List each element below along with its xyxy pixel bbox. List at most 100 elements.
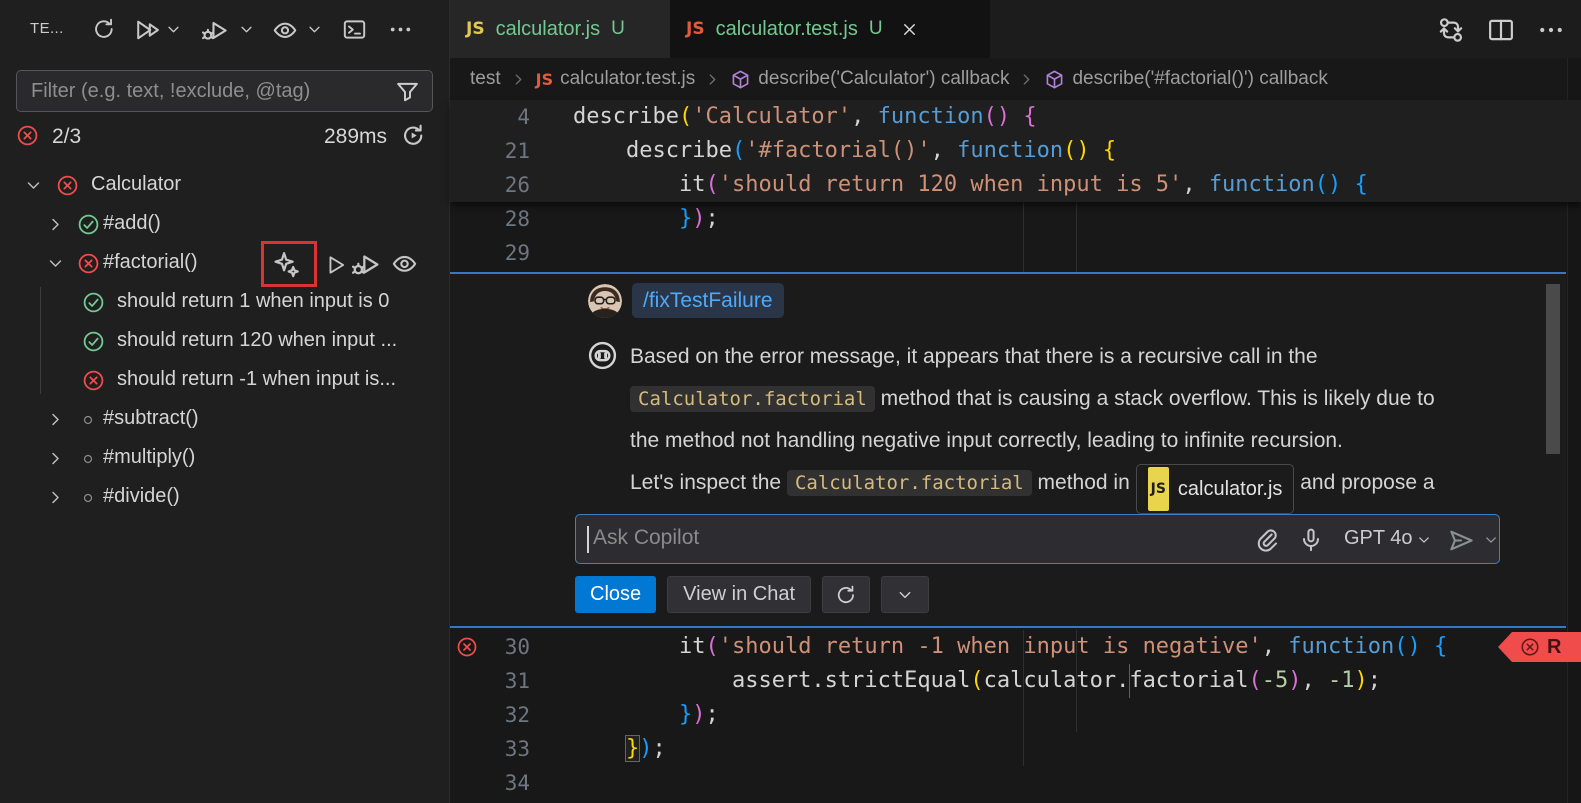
line-number: 29 bbox=[450, 236, 530, 270]
message-text: Let's inspect the bbox=[630, 471, 787, 494]
file-reference-chip[interactable]: JScalculator.js bbox=[1136, 464, 1295, 514]
chevron-down-icon[interactable] bbox=[1483, 532, 1499, 548]
breadcrumb: test JScalculator.test.js describe('Calcul… bbox=[470, 58, 1328, 100]
more-actions-icon[interactable] bbox=[388, 17, 413, 42]
test-failed-gutter-icon[interactable] bbox=[456, 636, 478, 658]
chevron-down-icon[interactable] bbox=[165, 21, 182, 38]
test-tree-item[interactable]: #divide() bbox=[0, 478, 450, 517]
test-label: #divide() bbox=[103, 485, 180, 508]
tab-label: calculator.test.js bbox=[716, 18, 858, 41]
debug-run-action-icon[interactable] bbox=[352, 250, 381, 279]
chevron-down-icon[interactable] bbox=[238, 21, 255, 38]
tab-calculator.test.js[interactable]: JScalculator.test.jsU bbox=[670, 0, 990, 58]
filter-input[interactable]: Filter (e.g. text, !exclude, @tag) bbox=[16, 70, 433, 112]
more-actions-icon[interactable] bbox=[1537, 16, 1565, 44]
breadcrumb-item[interactable]: describe('#factorial()') callback bbox=[1044, 68, 1327, 90]
close-button[interactable]: Close bbox=[575, 576, 656, 613]
breadcrumb-item[interactable]: JScalculator.test.js bbox=[536, 68, 696, 90]
slash-command-chip[interactable]: /fixTestFailure bbox=[632, 283, 784, 318]
test-tree-item[interactable]: #subtract() bbox=[0, 400, 450, 439]
code-line-28: 28 }); bbox=[450, 202, 1581, 236]
message-text: method in bbox=[1032, 471, 1136, 494]
test-tree-item[interactable]: #add() bbox=[0, 205, 450, 244]
symbol-method-icon bbox=[730, 69, 751, 90]
test-label: Calculator bbox=[91, 173, 181, 196]
code-text: describe('#factorial()', function() { bbox=[573, 134, 1116, 168]
tree-indent-guide bbox=[40, 287, 41, 394]
js-file-icon: JS bbox=[466, 19, 485, 39]
rerun-last-icon[interactable] bbox=[400, 122, 427, 149]
chevron-right-icon[interactable] bbox=[46, 215, 65, 234]
chevron-down-icon[interactable] bbox=[306, 21, 323, 38]
breadcrumb-item[interactable]: test bbox=[470, 68, 501, 90]
chevron-down-icon[interactable] bbox=[1416, 532, 1432, 548]
test-tree-item[interactable]: should return 120 when input ... bbox=[0, 322, 450, 361]
ask-copilot-input[interactable]: Ask Copilot GPT 4o bbox=[575, 514, 1500, 564]
show-output-icon[interactable] bbox=[342, 17, 367, 42]
code-lines-lower: 30 it('should return -1 when input is ne… bbox=[450, 630, 1581, 800]
error-icon bbox=[1520, 637, 1540, 657]
code-text: }); bbox=[573, 732, 666, 766]
breadcrumb-item[interactable]: describe('Calculator') callback bbox=[730, 68, 1009, 90]
chevron-right-icon[interactable] bbox=[46, 449, 65, 468]
tab-label: calculator.js bbox=[496, 18, 601, 41]
chevron-down-icon[interactable] bbox=[46, 254, 65, 273]
debug-tests-icon[interactable] bbox=[202, 17, 229, 44]
code-text: }); bbox=[573, 202, 719, 236]
test-none-icon bbox=[80, 490, 96, 506]
chat-scrollbar[interactable] bbox=[1546, 284, 1560, 454]
split-editor-icon[interactable] bbox=[1487, 16, 1515, 44]
more-options-button[interactable] bbox=[881, 576, 929, 613]
test-tree-item[interactable]: should return 1 when input is 0 bbox=[0, 283, 450, 322]
chevron-right-icon[interactable] bbox=[46, 410, 65, 429]
test-tree-item[interactable]: #multiply() bbox=[0, 439, 450, 478]
close-tab-icon[interactable] bbox=[900, 20, 919, 39]
attach-context-icon[interactable] bbox=[1252, 527, 1278, 553]
view-in-chat-button[interactable]: View in Chat bbox=[667, 576, 811, 613]
chevron-right-icon[interactable] bbox=[46, 488, 65, 507]
refresh-tests-icon[interactable] bbox=[92, 17, 116, 41]
test-none-icon bbox=[80, 451, 96, 467]
test-pass-icon bbox=[77, 213, 100, 236]
breadcrumb-label: describe('Calculator') callback bbox=[758, 68, 1009, 90]
run-tests-icon[interactable] bbox=[134, 17, 160, 43]
microphone-icon[interactable] bbox=[1298, 527, 1324, 553]
chat-text-line: Let's inspect the Calculator.factorial m… bbox=[630, 462, 1545, 504]
breadcrumb-label: describe('#factorial()') callback bbox=[1072, 68, 1327, 90]
line-number: 31 bbox=[450, 664, 530, 698]
line-number: 32 bbox=[450, 698, 530, 732]
test-tree-item[interactable]: Calculator bbox=[0, 166, 450, 205]
test-none-icon bbox=[80, 412, 96, 428]
open-changes-icon[interactable] bbox=[1437, 16, 1465, 44]
tab-calculator.js[interactable]: JS calculator.js U bbox=[450, 0, 670, 58]
filter-icon[interactable] bbox=[395, 79, 420, 104]
code-line-4: 4describe('Calculator', function() { bbox=[450, 100, 1581, 134]
code-line-29: 29 bbox=[450, 236, 1581, 270]
chevron-down-icon[interactable] bbox=[24, 176, 43, 195]
file-name: calculator.js bbox=[1178, 468, 1283, 510]
code-line-31: 31 assert.strictEqual(calculator.factori… bbox=[450, 664, 1581, 698]
send-icon[interactable] bbox=[1448, 527, 1475, 554]
test-tree-item[interactable]: should return -1 when input is... bbox=[0, 361, 450, 400]
code-text: assert.strictEqual(calculator.factorial(… bbox=[573, 664, 1381, 698]
editor-actions bbox=[1437, 16, 1565, 44]
model-picker[interactable]: GPT 4o bbox=[1344, 527, 1413, 550]
line-number: 34 bbox=[450, 766, 530, 800]
inline-chat-widget: /fixTestFailure Based on the error messa… bbox=[450, 272, 1566, 628]
play-action-icon[interactable] bbox=[324, 253, 348, 277]
chat-text-line: Based on the error message, it appears t… bbox=[630, 336, 1545, 378]
test-failure-badge: R bbox=[1498, 632, 1581, 662]
js-file-icon: JS bbox=[1148, 467, 1169, 511]
test-label: should return -1 when input is... bbox=[117, 368, 396, 391]
eye-action-icon[interactable] bbox=[391, 250, 418, 277]
git-untracked-badge: U bbox=[611, 18, 625, 40]
code-text: it('should return 120 when input is 5', … bbox=[573, 168, 1368, 202]
test-pass-icon bbox=[82, 291, 105, 314]
test-tree-item[interactable]: #factorial() bbox=[0, 244, 450, 283]
code-line-26: 26 it('should return 120 when input is 5… bbox=[450, 168, 1581, 202]
regenerate-button[interactable] bbox=[822, 576, 870, 613]
line-number: 4 bbox=[450, 100, 530, 134]
test-label: #multiply() bbox=[103, 446, 195, 469]
git-untracked-badge: U bbox=[869, 18, 883, 40]
watch-tests-icon[interactable] bbox=[272, 17, 298, 43]
